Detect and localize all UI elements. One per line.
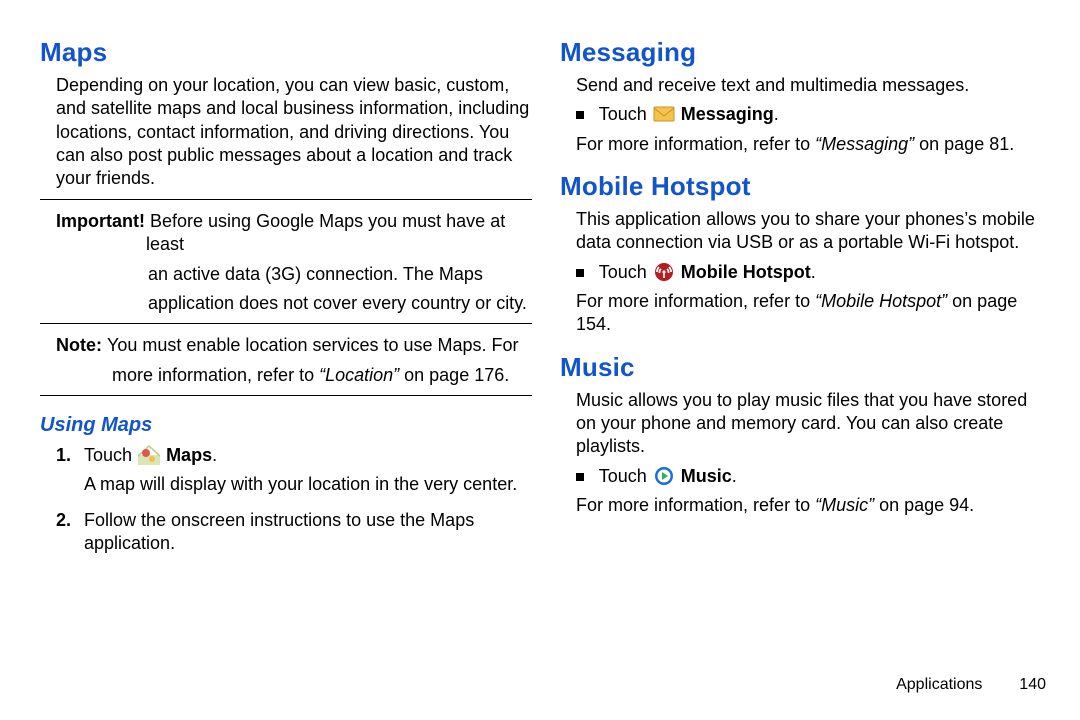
step-2: 2. Follow the onscreen instructions to u… xyxy=(56,509,532,556)
maps-icon xyxy=(138,445,160,465)
hotspot-p: This application allows you to share you… xyxy=(560,208,1052,255)
note-block: Note: You must enable location services … xyxy=(40,334,532,387)
step-2-number: 2. xyxy=(56,509,84,532)
msg-ref-post: on page 81. xyxy=(919,134,1014,154)
steps: 1. Touch Maps. A map will display with xyxy=(40,444,532,556)
step-1-number: 1. xyxy=(56,444,84,467)
heading-maps: Maps xyxy=(40,36,532,70)
hotspot-touch: Touch xyxy=(599,262,652,282)
important-text-1: Before using Google Maps you must have a… xyxy=(146,211,505,254)
mus-ref-post: on page 94. xyxy=(879,495,974,515)
messaging-dot: . xyxy=(774,104,779,124)
messaging-touch: Touch xyxy=(599,104,652,124)
music-ref: For more information, refer to “Music” o… xyxy=(560,494,1052,517)
note-text-3: on page 176. xyxy=(404,365,509,385)
bullet-icon xyxy=(576,269,584,277)
messaging-bold: Messaging xyxy=(681,104,774,124)
maps-paragraph: Depending on your location, you can view… xyxy=(40,74,532,191)
music-touch-line: Touch Music. xyxy=(560,465,1052,488)
music-icon xyxy=(653,466,675,486)
music-dot: . xyxy=(732,466,737,486)
rule xyxy=(40,323,532,324)
note-label: Note: xyxy=(56,335,107,355)
important-block: Important! Before using Google Maps you … xyxy=(40,210,532,316)
footer-page-number: 140 xyxy=(1019,676,1046,693)
hotspot-ref: For more information, refer to “Mobile H… xyxy=(560,290,1052,337)
step-1-body: Touch Maps. xyxy=(84,444,532,467)
note-ref: “Location” xyxy=(319,365,404,385)
important-label: Important! xyxy=(56,211,150,231)
mus-ref-pre: For more information, refer to xyxy=(576,495,815,515)
heading-using-maps: Using Maps xyxy=(40,412,532,438)
left-column: Maps Depending on your location, you can… xyxy=(40,36,532,700)
important-text-3: application does not cover every country… xyxy=(56,292,532,315)
hot-ref-it: “Mobile Hotspot” xyxy=(815,291,952,311)
msg-ref-pre: For more information, refer to xyxy=(576,134,815,154)
messaging-p: Send and receive text and multimedia mes… xyxy=(560,74,1052,97)
step-1: 1. Touch Maps. xyxy=(56,444,532,467)
heading-messaging: Messaging xyxy=(560,36,1052,70)
bullet-icon xyxy=(576,111,584,119)
right-column: Messaging Send and receive text and mult… xyxy=(560,36,1052,700)
music-p: Music allows you to play music files tha… xyxy=(560,389,1052,459)
heading-mobile-hotspot: Mobile Hotspot xyxy=(560,170,1052,204)
step-1-dot: . xyxy=(212,445,217,465)
page-footer: Applications 140 xyxy=(896,675,1046,696)
important-line-1: Important! Before using Google Maps you … xyxy=(56,210,532,257)
page: Maps Depending on your location, you can… xyxy=(0,0,1080,720)
hotspot-dot: . xyxy=(811,262,816,282)
heading-music: Music xyxy=(560,351,1052,385)
messaging-ref: For more information, refer to “Messagin… xyxy=(560,133,1052,156)
rule xyxy=(40,199,532,200)
msg-ref-it: “Messaging” xyxy=(815,134,919,154)
messaging-touch-line: Touch Messaging. xyxy=(560,103,1052,126)
note-text-2: more information, refer to xyxy=(112,365,319,385)
hot-ref-pre: For more information, refer to xyxy=(576,291,815,311)
bullet-icon xyxy=(576,473,584,481)
hotspot-touch-line: Touch Mobile Hotspot. xyxy=(560,261,1052,284)
note-line-2: more information, refer to “Location” on… xyxy=(56,364,532,387)
hotspot-bold: Mobile Hotspot xyxy=(681,262,811,282)
important-text-2: an active data (3G) connection. The Maps xyxy=(56,263,532,286)
rule xyxy=(40,395,532,396)
music-bold: Music xyxy=(681,466,732,486)
step-1-touch: Touch xyxy=(84,445,137,465)
hotspot-icon xyxy=(653,262,675,282)
note-line-1: Note: You must enable location services … xyxy=(56,334,532,357)
messaging-icon xyxy=(653,104,675,124)
footer-section: Applications xyxy=(896,676,982,693)
mus-ref-it: “Music” xyxy=(815,495,879,515)
step-1-maps: Maps xyxy=(166,445,212,465)
note-text-1: You must enable location services to use… xyxy=(107,335,519,355)
step-2-text: Follow the onscreen instructions to use … xyxy=(84,509,532,556)
step-1-desc: A map will display with your location in… xyxy=(56,473,532,496)
music-touch: Touch xyxy=(599,466,652,486)
